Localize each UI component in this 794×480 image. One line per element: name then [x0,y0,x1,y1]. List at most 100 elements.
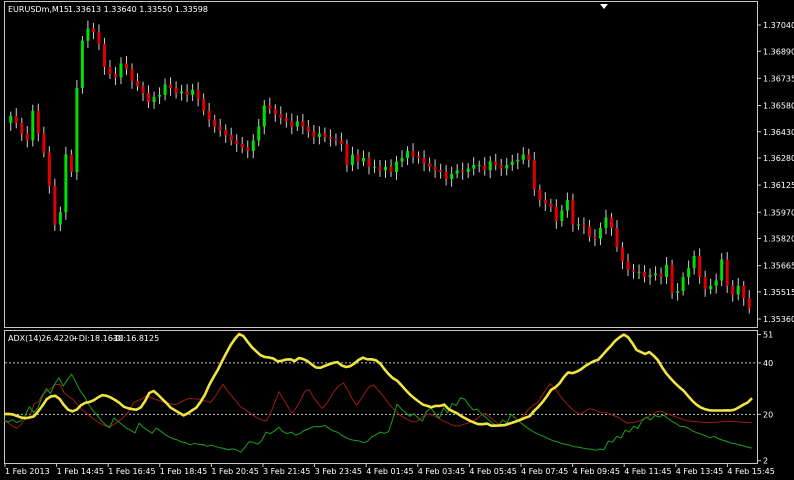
price-tick-label: 1.35360 [763,315,794,324]
trading-chart: EURUSDm,M15 1.33613 1.33640 1.33550 1.33… [0,0,794,480]
bull-candle-body [9,116,13,123]
price-tick-label: 1.35820 [763,235,794,244]
bull-candle-body [736,285,740,295]
bear-candle-body [538,189,542,200]
bear-candle-body [703,277,707,290]
bear-candle-body [202,98,206,111]
bear-candle-body [290,121,294,127]
bear-candle-body [312,131,316,137]
bear-candle-body [130,68,134,81]
bull-candle-body [687,268,691,277]
price-tick-label: 1.36735 [763,74,794,83]
candle [64,146,68,220]
bull-candle-body [158,95,162,97]
time-tick-label: 4 Feb 13:45 [676,467,723,476]
bull-candle-body [295,121,299,127]
bear-candle-body [367,158,371,167]
time-tick-label: 4 Feb 15:45 [727,467,774,476]
bear-candle-body [439,170,443,172]
minus-di-value: -DI:16.8125 [112,334,159,343]
bear-candle-body [207,110,211,120]
time-tick-label: 4 Feb 09:45 [573,467,620,476]
bull-candle-body [654,273,658,276]
time-tick-label: 3 Feb 21:45 [263,467,310,476]
bull-candle-body [350,154,354,165]
price-tick-label: 1.36430 [763,128,794,137]
bear-candle-body [422,158,426,164]
bear-candle-body [620,247,624,262]
ohlc-readout: 1.33613 1.33640 1.33550 1.33598 [68,5,208,14]
bull-candle-body [86,28,90,41]
chart-background [0,0,794,480]
bear-candle-body [196,89,200,99]
bear-candle-body [235,140,239,144]
bull-candle-body [488,161,492,171]
bear-candle-body [632,270,636,272]
bear-candle-body [609,217,613,228]
price-tick-label: 1.35515 [763,288,794,297]
bear-candle-body [91,28,95,32]
bull-candle-body [80,40,84,88]
bull-candle-body [152,96,156,102]
indicator-tick-label: 20 [763,410,773,419]
symbol-timeframe-label: EURUSDm,M15 [8,5,69,14]
bear-candle-body [411,151,415,157]
bull-candle-body [676,291,680,293]
bull-candle-body [384,166,388,171]
bull-candle-body [64,154,68,213]
bear-candle-body [659,273,663,277]
bull-candle-body [665,264,669,277]
bull-candle-body [75,88,79,172]
bear-candle-body [124,63,128,69]
bull-candle-body [455,170,459,174]
bear-candle-body [587,226,591,237]
bull-candle-body [648,275,652,277]
bear-candle-body [246,147,250,151]
bull-candle-body [565,200,569,211]
bear-candle-body [571,200,575,225]
price-tick-label: 1.37040 [763,21,794,30]
bear-candle-body [494,161,498,165]
bear-candle-body [69,154,73,172]
bull-candle-body [191,89,195,95]
time-tick-label: 1 Feb 2013 [5,467,50,476]
time-tick-label: 1 Feb 18:45 [160,467,207,476]
bear-candle-body [169,84,173,88]
bull-candle-body [395,161,399,172]
bear-candle-body [185,91,189,95]
bull-candle-body [720,259,724,281]
bull-candle-body [692,256,696,269]
time-tick-label: 3 Feb 23:45 [315,467,362,476]
bear-candle-body [14,116,18,123]
bull-candle-body [637,271,641,273]
price-tick-label: 1.36280 [763,154,794,163]
bear-candle-body [25,133,29,141]
time-tick-label: 4 Feb 01:45 [366,467,413,476]
bear-candle-body [323,133,327,137]
price-tick-label: 1.36580 [763,102,794,111]
bull-candle-body [262,105,266,127]
bear-candle-body [643,271,647,277]
bear-candle-body [461,170,465,172]
bear-candle-body [102,44,106,67]
bull-candle-body [604,217,608,228]
bull-candle-body [510,161,514,165]
bear-candle-body [527,154,531,160]
bear-candle-body [174,88,178,94]
time-tick-label: 4 Feb 07:45 [521,467,568,476]
price-tick-label: 1.36125 [763,181,794,190]
bear-candle-body [42,133,46,153]
bull-candle-body [317,133,321,137]
time-tick-label: 1 Feb 14:45 [57,467,104,476]
bull-candle-body [521,154,525,160]
bull-candle-body [450,173,454,179]
bear-candle-body [47,152,51,186]
bear-candle-body [433,166,437,171]
bear-candle-body [582,224,586,227]
bear-candle-body [113,74,117,78]
candle [75,80,79,180]
bear-candle-body [136,81,140,87]
bull-candle-body [714,280,718,286]
bear-candle-body [593,236,597,239]
bear-candle-body [499,165,503,169]
